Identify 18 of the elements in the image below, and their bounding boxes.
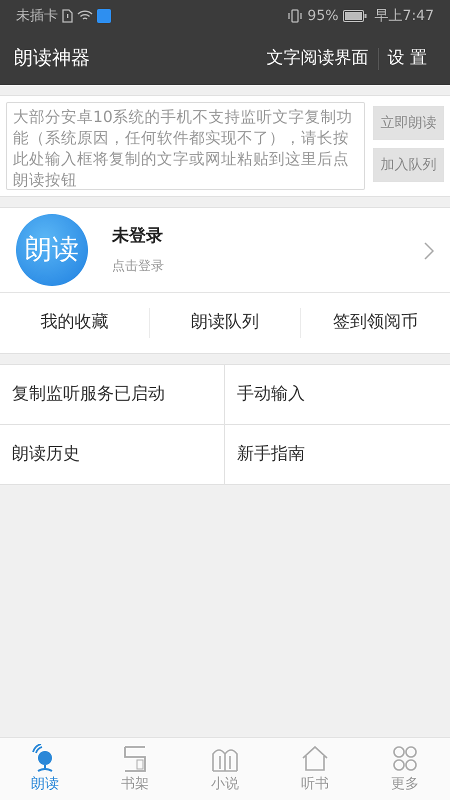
menu-item[interactable]: 朗读历史	[0, 425, 225, 485]
app-logo: 朗读	[16, 214, 88, 286]
carrier-text: 未插卡	[16, 6, 58, 26]
header-link[interactable]: 文字阅读界面	[258, 46, 378, 72]
tab-button[interactable]: 朗读	[0, 738, 90, 800]
header-link[interactable]: 设 置	[378, 46, 436, 72]
shortcut-button[interactable]: 签到领阅币	[300, 293, 450, 353]
battery-percent: 95%	[307, 6, 339, 26]
shortcut-button[interactable]: 朗读队列	[150, 293, 300, 353]
clock-text: 早上7:47	[374, 6, 434, 26]
menu-item[interactable]: 复制监听服务已启动	[0, 365, 225, 425]
bookshelf-icon	[122, 744, 148, 774]
grid-icon	[391, 744, 419, 774]
text-input-field[interactable]: 大部分安卓10系统的手机不支持监听文字复制功能（系统原因，任何软件都实现不了），请长按此处输入框将复制的文字或网址粘贴到这里后点朗读按钮	[6, 102, 365, 190]
app-title: 朗读神器	[14, 46, 90, 72]
user-name: 未登录	[112, 224, 164, 248]
house-icon	[301, 744, 329, 774]
shortcut-button[interactable]: 我的收藏	[0, 293, 150, 353]
